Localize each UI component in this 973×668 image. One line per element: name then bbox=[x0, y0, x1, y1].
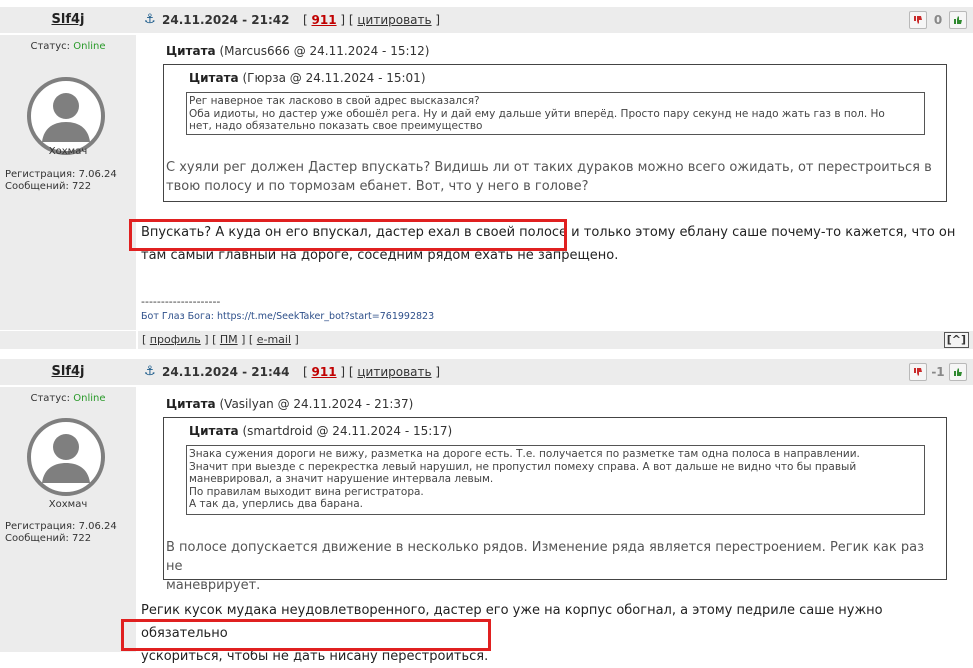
scroll-top-button[interactable]: [^] bbox=[943, 332, 969, 348]
user-rank: Хохмач bbox=[48, 499, 88, 510]
post-body: Цитата (Marcus666 @ 24.11.2024 - 15:12) … bbox=[129, 35, 973, 330]
post-score: 0 bbox=[933, 13, 943, 27]
inner-quote-header: Цитата (smartdroid @ 24.11.2024 - 15:17) bbox=[189, 424, 453, 438]
status-line: Статус: Online bbox=[30, 41, 106, 52]
default-avatar-icon bbox=[27, 418, 105, 496]
cite-link[interactable]: цитировать bbox=[357, 13, 431, 27]
profile-link[interactable]: профиль bbox=[150, 333, 201, 346]
post-links: [ 911 ] [ цитировать ] bbox=[303, 365, 441, 379]
post-datetime: 24.11.2024 - 21:44 bbox=[162, 365, 290, 379]
outer-quote-text: В полосе допускается движение в нескольк… bbox=[166, 540, 924, 593]
post-datetime: 24.11.2024 - 21:42 bbox=[162, 13, 290, 27]
user-rank: Хохмач bbox=[48, 146, 88, 157]
post-2: Slf4j ⚓ 24.11.2024 - 21:44 [ 911 ] [ цит… bbox=[0, 352, 973, 664]
inner-quote: Рег наверное так ласково в свой адрес вы… bbox=[186, 92, 925, 135]
inner-quote: Знака сужения дороги не вижу, разметка н… bbox=[186, 445, 925, 515]
post-header: Slf4j ⚓ 24.11.2024 - 21:42 [ 911 ] [ цит… bbox=[0, 7, 973, 33]
highlight-box bbox=[129, 219, 567, 251]
footer-left bbox=[0, 331, 136, 349]
post-header: Slf4j ⚓ 24.11.2024 - 21:44 [ 911 ] [ цит… bbox=[0, 359, 973, 385]
email-link[interactable]: e-mail bbox=[257, 333, 291, 346]
vote-widget: -1 bbox=[909, 363, 967, 381]
thumbs-down-icon[interactable] bbox=[909, 363, 927, 381]
avatar[interactable] bbox=[26, 417, 106, 497]
author-link[interactable]: Slf4j bbox=[0, 7, 136, 33]
anchor-icon[interactable]: ⚓ bbox=[144, 359, 156, 385]
avatar[interactable] bbox=[26, 76, 106, 156]
post-meta-bar: ⚓ 24.11.2024 - 21:44 [ 911 ] [ цитироват… bbox=[138, 359, 973, 385]
vote-widget: 0 bbox=[909, 11, 967, 29]
default-avatar-icon bbox=[27, 77, 105, 155]
thumbs-down-icon[interactable] bbox=[909, 11, 927, 29]
post-number-link[interactable]: 911 bbox=[312, 13, 337, 27]
post-meta-bar: ⚓ 24.11.2024 - 21:42 [ 911 ] [ цитироват… bbox=[138, 7, 973, 33]
inner-quote-header: Цитата (Гюрза @ 24.11.2024 - 15:01) bbox=[189, 71, 426, 85]
author-link[interactable]: Slf4j bbox=[0, 359, 136, 385]
outer-quote: Цитата (Гюрза @ 24.11.2024 - 15:01) Рег … bbox=[163, 64, 947, 202]
user-stats: Регистрация: 7.06.24 Сообщений: 722 bbox=[5, 521, 117, 544]
post-body: Цитата (Vasilyan @ 24.11.2024 - 21:37) Ц… bbox=[121, 387, 973, 664]
highlight-box bbox=[121, 619, 491, 651]
post-links: [ 911 ] [ цитировать ] bbox=[303, 13, 441, 27]
status-badge: Online bbox=[73, 393, 106, 404]
outer-quote-header: Цитата (Marcus666 @ 24.11.2024 - 15:12) bbox=[166, 44, 430, 58]
outer-quote-text: С хуяли рег должен Дастер впускать? Види… bbox=[166, 160, 932, 194]
post-1: Slf4j ⚓ 24.11.2024 - 21:42 [ 911 ] [ цит… bbox=[0, 0, 973, 350]
signature-link[interactable]: Бот Глаз Бога: https://t.me/SeekTaker_bo… bbox=[141, 311, 434, 322]
post-score: -1 bbox=[931, 365, 945, 379]
signature-divider: -------------------- bbox=[141, 295, 221, 308]
cite-link[interactable]: цитировать bbox=[357, 365, 431, 379]
anchor-icon[interactable]: ⚓ bbox=[144, 7, 156, 33]
status-line: Статус: Online bbox=[30, 393, 106, 404]
author-sidebar: Статус: Online Хохмач Регистрация: 7.06.… bbox=[0, 387, 136, 652]
post-footer: [ профиль ] [ ПМ ] [ e-mail ] [^] bbox=[138, 331, 973, 349]
user-stats: Регистрация: 7.06.24 Сообщений: 722 bbox=[5, 169, 117, 192]
outer-quote-header: Цитата (Vasilyan @ 24.11.2024 - 21:37) bbox=[166, 397, 414, 411]
thumbs-up-icon[interactable] bbox=[949, 363, 967, 381]
post-number-link[interactable]: 911 bbox=[312, 365, 337, 379]
status-badge: Online bbox=[73, 41, 106, 52]
author-sidebar: Статус: Online Хохмач Регистрация: 7.06.… bbox=[0, 35, 136, 330]
outer-quote: Цитата (smartdroid @ 24.11.2024 - 15:17)… bbox=[163, 417, 947, 593]
thumbs-up-icon[interactable] bbox=[949, 11, 967, 29]
pm-link[interactable]: ПМ bbox=[220, 333, 238, 346]
